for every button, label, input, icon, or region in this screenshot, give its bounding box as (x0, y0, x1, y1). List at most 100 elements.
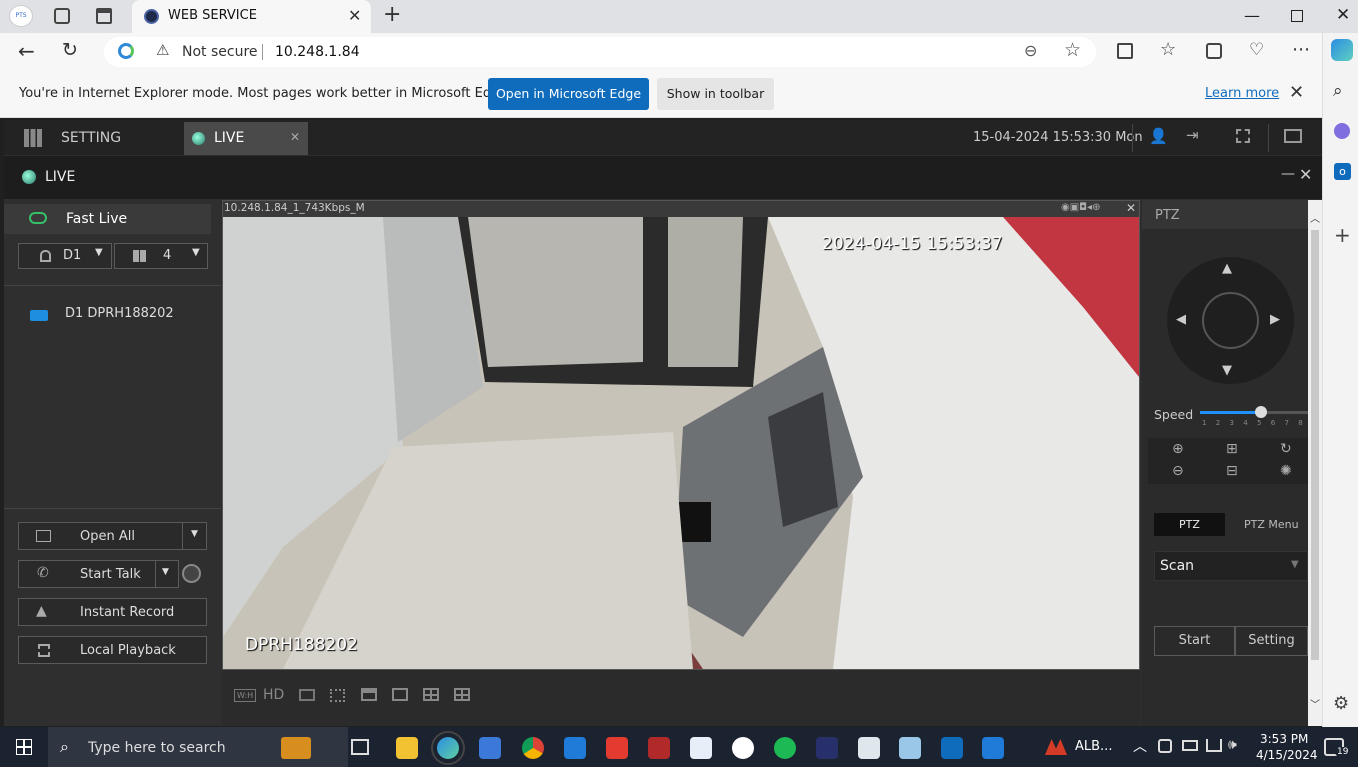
favorites-icon[interactable]: ☆ (1160, 39, 1176, 60)
focus-near-icon[interactable]: ⊞ (1226, 441, 1238, 457)
user-icon[interactable]: 👤 (1149, 127, 1168, 145)
task-view-icon[interactable] (351, 739, 369, 755)
speed-slider-thumb[interactable] (1255, 406, 1268, 418)
volume-icon[interactable]: 🕪 (1228, 737, 1237, 753)
layout-4-icon[interactable] (423, 688, 439, 701)
scan-select[interactable]: Scan ▼ (1154, 551, 1308, 581)
sidebar-add-icon[interactable]: + (1334, 223, 1351, 247)
whatsapp-icon[interactable] (732, 737, 754, 759)
ptz-down-icon[interactable]: ▼ (1222, 363, 1232, 378)
chevron-down-icon[interactable]: ▼ (191, 529, 198, 539)
fluency-icon[interactable] (299, 689, 315, 701)
close-video-icon[interactable]: ✕ (1126, 201, 1136, 215)
iris-close-icon[interactable]: ✺ (1280, 463, 1292, 479)
store-icon[interactable] (479, 737, 501, 759)
url-field[interactable]: ⚠ Not secure 10.248.1.84 ⊖ ☆ (104, 37, 1096, 67)
learn-more-link[interactable]: Learn more (1205, 86, 1279, 101)
outlook-new-icon[interactable] (982, 737, 1004, 759)
zoom-in-icon[interactable]: ⊕ (1172, 441, 1184, 457)
scroll-thumb[interactable] (1311, 230, 1319, 660)
focus-far-icon[interactable]: ⊟ (1226, 463, 1238, 479)
show-hidden-icons[interactable]: ︿ (1133, 736, 1147, 756)
ptz-left-icon[interactable]: ◀ (1176, 312, 1186, 327)
zoom-icon[interactable]: ⊖ (1024, 41, 1037, 60)
tab-web-service[interactable]: WEB SERVICE ✕ (132, 0, 371, 33)
chrome-icon[interactable] (522, 737, 544, 759)
tab-actions-icon[interactable] (96, 8, 112, 24)
refresh-icon[interactable]: ↻ (62, 39, 78, 61)
ptz-setting-button[interactable]: Setting (1235, 626, 1308, 656)
logout-icon[interactable]: ⇥ (1186, 126, 1199, 144)
scroll-up-icon[interactable]: ︿ (1310, 210, 1320, 225)
more-menu-icon[interactable]: ⋯ (1292, 39, 1310, 60)
app-icon-7[interactable] (648, 737, 670, 759)
speed-slider[interactable] (1200, 406, 1308, 418)
app-icon-8[interactable] (690, 737, 712, 759)
tray-app-icon[interactable] (1045, 739, 1067, 755)
start-icon[interactable] (16, 739, 32, 755)
ptz-scrollbar[interactable]: ︿ ﹀ (1308, 200, 1322, 726)
edge-icon[interactable] (431, 731, 465, 765)
ptz-tab-menu[interactable]: PTZ Menu (1244, 518, 1299, 531)
live-tab[interactable]: LIVE ✕ (184, 122, 308, 155)
app-icon-11[interactable] (816, 737, 838, 759)
notification-count[interactable]: 19 (1335, 747, 1351, 757)
battery-icon[interactable] (1182, 740, 1198, 751)
spotify-icon[interactable] (774, 737, 796, 759)
video-window[interactable]: 10.248.1.84_1_743Kbps_M ◉▣◘◂⊕ ✕ 2024-04-… (222, 200, 1140, 670)
ptz-right-icon[interactable]: ▶ (1270, 312, 1280, 327)
not-secure-label[interactable]: Not secure (182, 44, 258, 60)
chevron-down-icon[interactable]: ▼ (162, 567, 169, 577)
meet-now-icon[interactable] (1158, 739, 1172, 753)
clock-time[interactable]: 3:53 PM (1260, 732, 1308, 746)
minimize-panel-icon[interactable]: — (1281, 166, 1295, 182)
tray-app-label[interactable]: ALB... (1075, 739, 1112, 754)
copilot-icon[interactable] (1331, 39, 1353, 61)
taskbar-search[interactable]: ⌕ Type here to search (48, 727, 348, 767)
workspaces-icon[interactable] (54, 8, 70, 24)
open-all-button[interactable]: Open All ▼ (18, 522, 207, 550)
layout-single-icon[interactable] (392, 688, 408, 701)
split-screen-icon[interactable] (1117, 43, 1133, 59)
aspect-ratio-button[interactable]: W:H (234, 689, 257, 702)
extensions-icon[interactable]: ♡ (1249, 40, 1264, 60)
minimize-icon[interactable]: — (1244, 6, 1260, 25)
app-icon-13[interactable] (899, 737, 921, 759)
close-panel-icon[interactable]: ✕ (1299, 165, 1312, 184)
ptz-direction-pad[interactable]: ▲ ▼ ◀ ▶ (1167, 257, 1294, 384)
sidebar-shopping-icon[interactable] (1334, 123, 1350, 139)
back-icon[interactable]: ← (18, 39, 35, 63)
layout-select[interactable]: 4 ▼ (114, 243, 208, 269)
layout-6-icon[interactable] (454, 688, 470, 701)
sidebar-search-icon[interactable]: ⌕ (1333, 81, 1343, 101)
close-infobar-icon[interactable]: ✕ (1289, 82, 1304, 103)
profile-avatar[interactable]: PTS (9, 5, 33, 27)
iris-open-icon[interactable]: ↻ (1280, 441, 1292, 457)
layout-1-icon[interactable] (361, 688, 377, 701)
device-select[interactable]: D1 ▼ (18, 243, 112, 269)
local-playback-button[interactable]: Local Playback (18, 636, 207, 664)
zoom-out-icon[interactable]: ⊖ (1172, 463, 1184, 479)
restore-icon[interactable] (1291, 10, 1303, 22)
ptz-tab-ptz[interactable]: PTZ (1154, 513, 1225, 536)
clock-date[interactable]: 4/15/2024 (1256, 748, 1318, 762)
url-text[interactable]: 10.248.1.84 (275, 44, 360, 60)
file-explorer-icon[interactable] (396, 737, 418, 759)
video-tools-icon[interactable]: ◉▣◘◂⊕ (1061, 202, 1100, 213)
warning-icon[interactable]: ⚠ (156, 41, 169, 59)
show-in-toolbar-button[interactable]: Show in toolbar (657, 78, 774, 110)
menu-grid-icon[interactable] (24, 129, 42, 147)
fast-live-header[interactable]: Fast Live (4, 204, 211, 234)
scroll-down-icon[interactable]: ﹀ (1310, 696, 1320, 711)
fullscreen-icon[interactable] (330, 689, 345, 702)
network-icon[interactable] (1206, 739, 1222, 752)
instant-record-button[interactable]: ▲ Instant Record (18, 598, 207, 626)
setting-tab[interactable]: SETTING (61, 130, 121, 146)
new-tab-icon[interactable]: + (383, 2, 401, 27)
open-in-edge-button[interactable]: Open in Microsoft Edge (488, 78, 649, 110)
close-tab-icon[interactable]: ✕ (348, 6, 361, 25)
start-talk-button[interactable]: ✆ Start Talk ▼ (18, 560, 179, 588)
ptz-center-icon[interactable] (1202, 292, 1259, 349)
collections-icon[interactable] (1206, 43, 1222, 59)
ptz-start-button[interactable]: Start (1154, 626, 1235, 656)
